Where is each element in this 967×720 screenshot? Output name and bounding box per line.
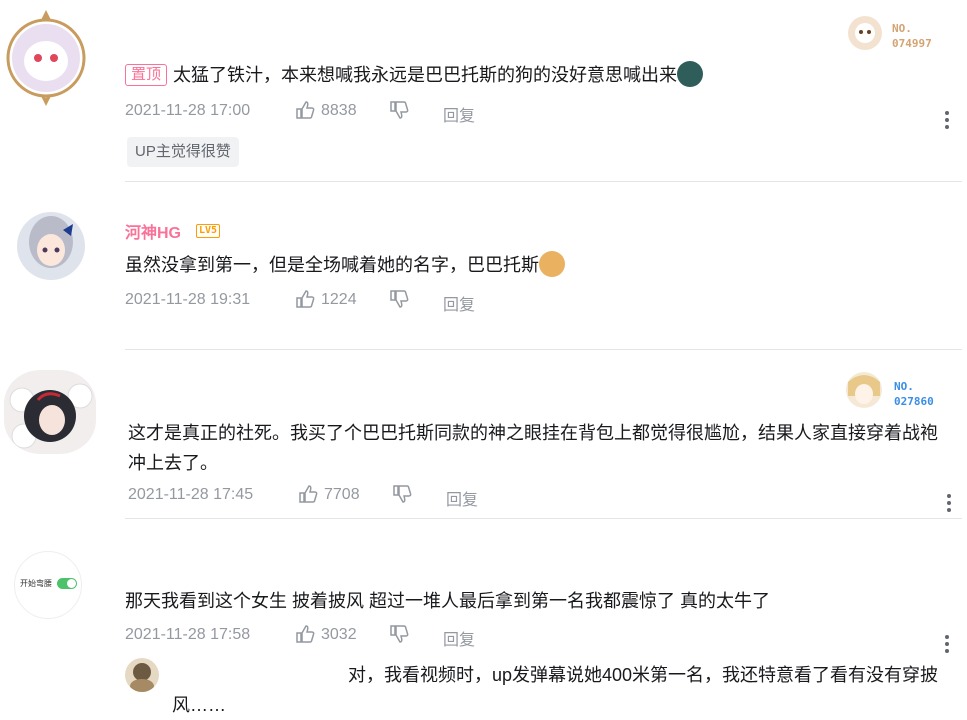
avatar[interactable]: 开始弯腰	[14, 551, 82, 619]
reply-button[interactable]: 回复	[443, 626, 475, 650]
comment-time: 2021-11-28 17:58	[125, 626, 251, 643]
dislike-icon[interactable]	[389, 100, 409, 120]
like-icon[interactable]	[298, 484, 318, 504]
comment-time: 2021-11-28 17:45	[128, 486, 254, 503]
reply-button[interactable]: 回复	[443, 291, 475, 315]
username[interactable]: 河神HG	[125, 219, 181, 243]
fan-badge-icon	[846, 372, 882, 408]
toggle-icon	[57, 578, 77, 589]
avatar-label: 开始弯腰	[20, 579, 52, 588]
badge-no: NO.	[894, 380, 914, 393]
badge-no: NO.	[892, 22, 912, 35]
dislike-icon[interactable]	[389, 289, 409, 309]
like-count: 1224	[321, 291, 357, 308]
like-icon[interactable]	[295, 289, 315, 309]
reply-button[interactable]: 回复	[446, 486, 478, 510]
fan-badge: NO. 027860	[840, 370, 955, 410]
doge-emoji-icon	[539, 251, 565, 277]
avatar[interactable]	[17, 212, 85, 280]
level-badge: LV5	[196, 224, 221, 238]
avatar[interactable]	[4, 6, 88, 106]
badge-number: 074997	[892, 37, 932, 50]
comment-meta: 2021-11-28 17:45 7708 回复	[128, 484, 548, 510]
comment-text: 置顶 太猛了铁汁，本来想喊我永远是巴巴托斯的狗的没好意思喊出来	[125, 60, 885, 90]
like-count: 7708	[324, 486, 360, 503]
reply-preview: 对，我看视频时，up发弹幕说她400米第一名，我还特意看了看有没有穿披风……	[172, 665, 939, 715]
divider	[125, 181, 962, 182]
comment-meta: 2021-11-28 17:00 8838 回复	[125, 100, 545, 126]
like-count: 3032	[321, 626, 357, 643]
more-options-icon[interactable]	[947, 494, 951, 515]
avatar-frame-icon	[6, 10, 86, 106]
fan-badge-icon	[848, 16, 882, 50]
comment-time: 2021-11-28 17:00	[125, 102, 251, 119]
reply-button[interactable]: 回复	[443, 102, 475, 126]
comment-meta: 2021-11-28 19:31 1224 回复	[125, 289, 545, 315]
badge-number: 027860	[894, 395, 934, 408]
avatar-image-icon	[9, 383, 93, 449]
reply-avatar[interactable]	[125, 658, 159, 692]
comment-meta: 2021-11-28 17:58 3032 回复	[125, 624, 545, 650]
comment-text: 那天我看到这个女生 披着披风 超过一堆人最后拿到第一名我都震惊了 真的太牛了	[125, 591, 770, 611]
avatar[interactable]	[4, 370, 96, 454]
like-count: 8838	[321, 102, 357, 119]
comment-content: 虽然没拿到第一，但是全场喊着她的名字，巴巴托斯	[125, 255, 539, 275]
avatar-emoji-icon	[677, 61, 704, 87]
divider	[125, 518, 962, 519]
comment-time: 2021-11-28 19:31	[125, 291, 251, 308]
comment-text: 虽然没拿到第一，但是全场喊着她的名字，巴巴托斯	[125, 250, 885, 280]
more-options-icon[interactable]	[945, 635, 949, 656]
more-options-icon[interactable]	[945, 111, 949, 132]
dislike-icon[interactable]	[389, 624, 409, 644]
dislike-icon[interactable]	[392, 484, 412, 504]
avatar-image-icon	[29, 216, 73, 268]
comment-text: 这才是真正的社死。我买了个巴巴托斯同款的神之眼挂在背包上都觉得很尴尬，结果人家直…	[128, 423, 938, 473]
like-icon[interactable]	[295, 100, 315, 120]
like-icon[interactable]	[295, 624, 315, 644]
divider	[125, 349, 962, 350]
fan-badge: NO. 074997	[843, 14, 953, 52]
comment-content: 太猛了铁汁，本来想喊我永远是巴巴托斯的狗的没好意思喊出来	[173, 65, 678, 85]
avatar-image-icon	[130, 663, 154, 692]
pinned-badge: 置顶	[125, 64, 168, 86]
up-liked-tag: UP主觉得很赞	[127, 137, 239, 167]
